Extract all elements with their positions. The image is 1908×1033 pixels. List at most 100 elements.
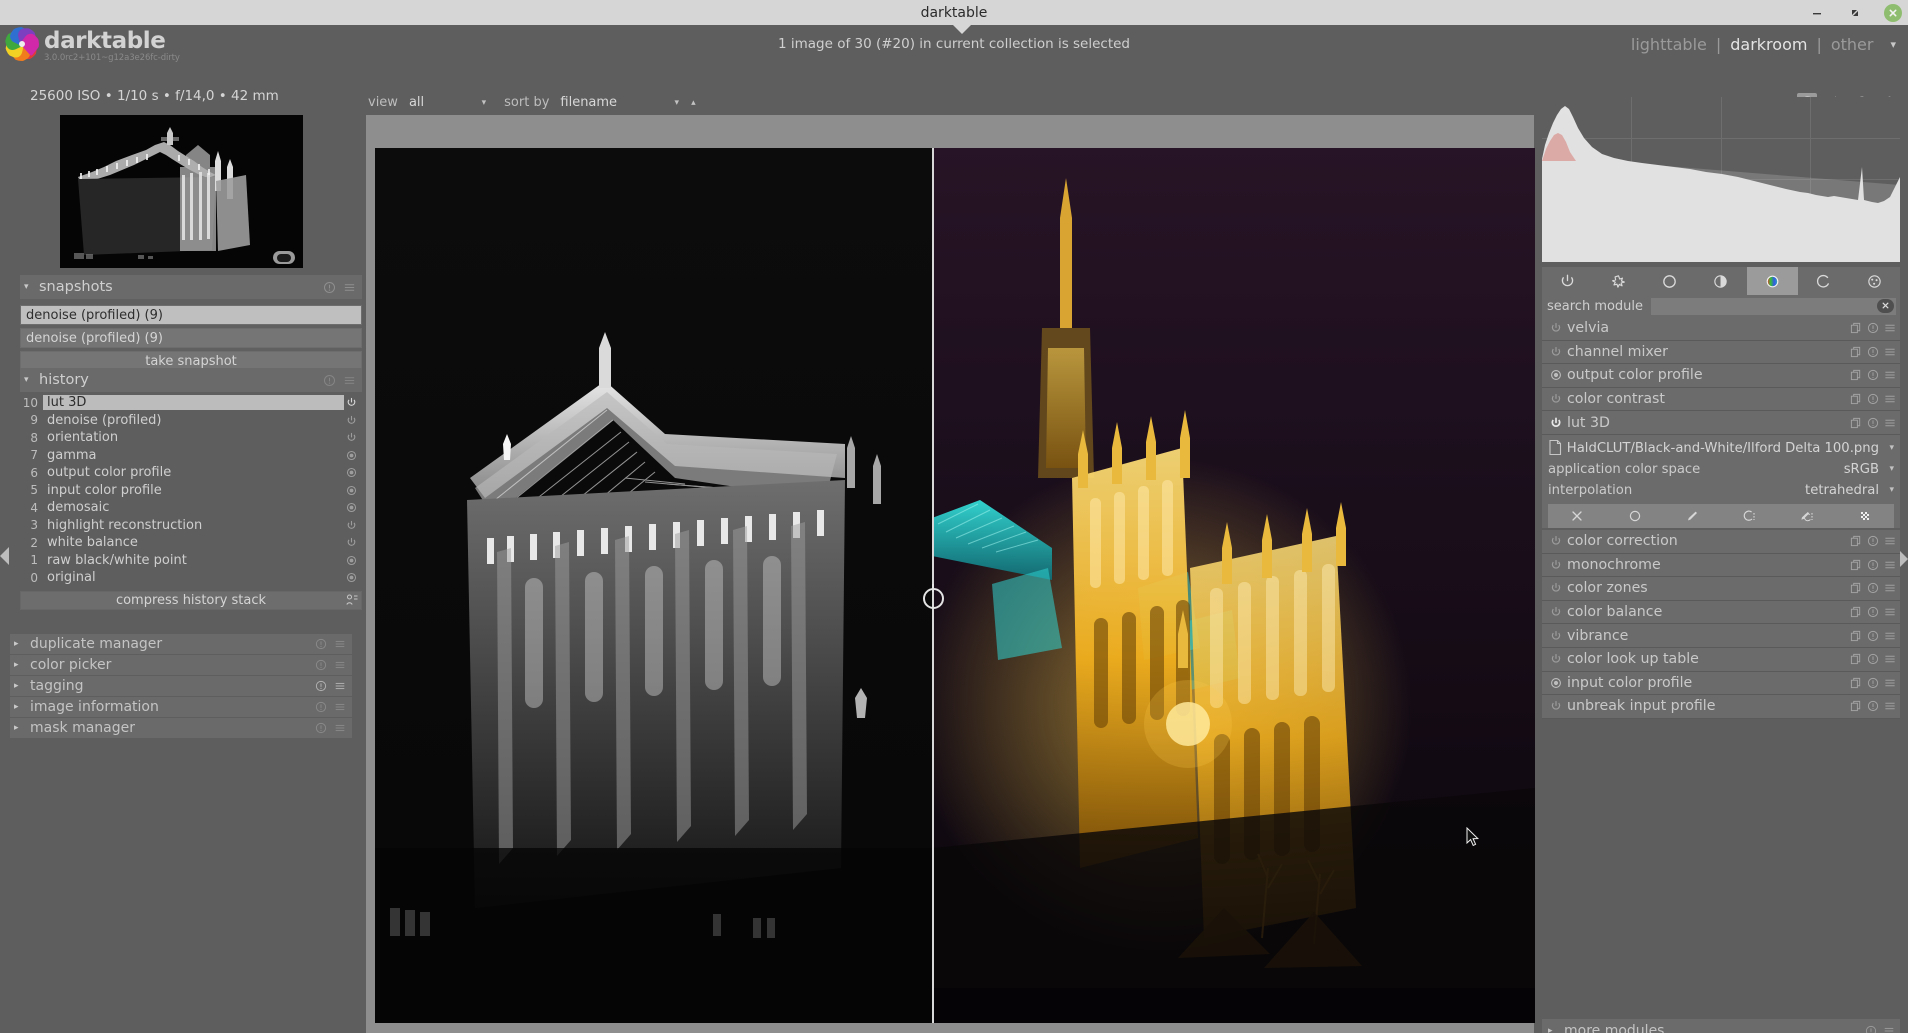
presets-icon[interactable] xyxy=(1884,700,1896,712)
blend-raster-mask-icon[interactable] xyxy=(1836,509,1894,523)
power-icon[interactable] xyxy=(1548,582,1564,594)
module-input-color-profile[interactable]: input color profile xyxy=(1542,671,1900,696)
close-button[interactable] xyxy=(1884,3,1902,22)
power-icon[interactable] xyxy=(1548,393,1564,405)
reset-icon[interactable] xyxy=(315,659,327,671)
reset-icon[interactable] xyxy=(1867,700,1879,712)
history-item-9[interactable]: 9 denoise (profiled) xyxy=(20,412,362,430)
module-color-contrast[interactable]: color contrast xyxy=(1542,387,1900,412)
reset-icon[interactable] xyxy=(1867,582,1879,594)
more-modules-section[interactable]: ▸ more modules xyxy=(1542,1019,1900,1033)
lut3d-file-value[interactable]: HaldCLUT/Black-and-White/Ilford Delta 10… xyxy=(1564,441,1886,456)
presets-icon[interactable] xyxy=(1884,677,1896,689)
multi-instance-icon[interactable] xyxy=(1850,369,1862,381)
presets-icon[interactable] xyxy=(334,680,346,692)
presets-icon[interactable] xyxy=(1884,393,1896,405)
sort-direction-icon[interactable]: ▴ xyxy=(691,98,696,108)
presets-icon[interactable] xyxy=(1884,630,1896,642)
reset-icon[interactable] xyxy=(315,722,327,734)
snapshot-item-0[interactable]: denoise (profiled) (9) xyxy=(20,305,362,325)
compress-history-stack-button[interactable]: compress history stack xyxy=(20,590,362,610)
power-icon[interactable] xyxy=(1548,630,1564,642)
module-channel-mixer[interactable]: channel mixer xyxy=(1542,340,1900,365)
module-velvia[interactable]: velvia xyxy=(1542,317,1900,341)
history-item-8[interactable]: 8 orientation xyxy=(20,429,362,447)
multi-instance-icon[interactable] xyxy=(1850,346,1862,358)
history-item-10[interactable]: 10 lut 3D xyxy=(20,394,362,412)
histogram[interactable] xyxy=(1542,97,1900,262)
split-view-handle[interactable] xyxy=(923,584,944,609)
lut3d-interpolation-row[interactable]: interpolation tetrahedral ▾ xyxy=(1548,480,1894,501)
reset-icon[interactable] xyxy=(1867,630,1879,642)
multi-instance-icon[interactable] xyxy=(1850,322,1862,334)
section-color-picker[interactable]: ▸ color picker xyxy=(10,655,352,675)
tone-group-tab[interactable] xyxy=(1695,267,1746,295)
multi-instance-icon[interactable] xyxy=(1850,677,1862,689)
history-item-1[interactable]: 1 raw black/white point xyxy=(20,552,362,570)
lut3d-colorspace-row[interactable]: application color space sRGB ▾ xyxy=(1548,459,1894,480)
power-icon[interactable] xyxy=(1548,653,1564,665)
reset-icon[interactable] xyxy=(1867,417,1879,429)
power-icon[interactable] xyxy=(344,537,358,548)
view-other[interactable]: other xyxy=(1831,35,1874,54)
presets-icon[interactable] xyxy=(334,638,346,650)
power-icon[interactable] xyxy=(1548,535,1564,547)
presets-icon[interactable] xyxy=(343,374,356,387)
presets-icon[interactable] xyxy=(334,701,346,713)
view-darkroom[interactable]: darkroom xyxy=(1730,35,1807,54)
power-icon[interactable] xyxy=(1548,559,1564,571)
presets-icon[interactable] xyxy=(1884,582,1896,594)
history-item-5[interactable]: 5 input color profile xyxy=(20,482,362,500)
correction-group-tab[interactable] xyxy=(1798,267,1849,295)
history-item-2[interactable]: 2 white balance xyxy=(20,534,362,552)
multi-instance-icon[interactable] xyxy=(1850,393,1862,405)
multi-instance-icon[interactable] xyxy=(1850,606,1862,618)
view-lighttable[interactable]: lighttable xyxy=(1631,35,1707,54)
file-icon[interactable] xyxy=(1548,439,1564,457)
section-tagging[interactable]: ▸ tagging xyxy=(10,676,352,696)
blend-off-icon[interactable] xyxy=(1548,509,1606,523)
sort-caret-icon[interactable]: ▾ xyxy=(617,98,680,108)
history-item-0[interactable]: 0 original xyxy=(20,569,362,587)
navigation-zoom-indicator[interactable] xyxy=(273,251,295,264)
section-mask-manager[interactable]: ▸ mask manager xyxy=(10,718,352,738)
reset-icon[interactable] xyxy=(323,374,336,387)
reset-icon[interactable] xyxy=(315,701,327,713)
multi-instance-icon[interactable] xyxy=(1850,700,1862,712)
module-output-color-profile[interactable]: output color profile xyxy=(1542,364,1900,388)
multi-instance-icon[interactable] xyxy=(1850,653,1862,665)
power-icon[interactable] xyxy=(1548,322,1564,334)
module-lut-3d[interactable]: lut 3D xyxy=(1542,411,1900,435)
module-monochrome[interactable]: monochrome xyxy=(1542,553,1900,578)
chevron-down-icon[interactable]: ▾ xyxy=(1886,485,1894,495)
minimize-button[interactable] xyxy=(1808,4,1826,22)
blend-parametric-mask-icon[interactable] xyxy=(1721,509,1779,523)
reset-icon[interactable] xyxy=(1867,653,1879,665)
chevron-down-icon[interactable]: ▾ xyxy=(1886,464,1894,474)
blend-drawn-mask-icon[interactable] xyxy=(1663,509,1721,523)
multi-instance-icon[interactable] xyxy=(1850,535,1862,547)
presets-icon[interactable] xyxy=(1884,653,1896,665)
module-color-zones[interactable]: color zones xyxy=(1542,577,1900,601)
power-icon[interactable] xyxy=(344,520,358,531)
clear-search-icon[interactable] xyxy=(1877,298,1894,313)
reset-icon[interactable] xyxy=(323,281,336,294)
snapshot-item-1[interactable]: denoise (profiled) (9) xyxy=(20,328,362,348)
snapshots-header[interactable]: ▾ snapshots xyxy=(20,275,362,299)
maximize-button[interactable] xyxy=(1846,4,1864,22)
reset-icon[interactable] xyxy=(1867,677,1879,689)
reset-icon[interactable] xyxy=(1867,393,1879,405)
multi-instance-icon[interactable] xyxy=(1850,630,1862,642)
image-canvas[interactable] xyxy=(366,115,1535,1033)
active-modules-tab[interactable] xyxy=(1542,267,1593,295)
sort-value[interactable]: filename xyxy=(560,95,617,110)
blend-uniformly-icon[interactable] xyxy=(1606,509,1664,523)
navigation-thumbnail[interactable] xyxy=(60,115,303,268)
create-style-icon[interactable] xyxy=(345,593,359,607)
power-icon[interactable] xyxy=(344,432,358,443)
reset-icon[interactable] xyxy=(1867,606,1879,618)
image-view[interactable] xyxy=(375,148,1535,1023)
lut3d-interpolation-value[interactable]: tetrahedral xyxy=(1632,483,1886,498)
color-group-tab[interactable] xyxy=(1746,267,1798,295)
reset-icon[interactable] xyxy=(315,638,327,650)
